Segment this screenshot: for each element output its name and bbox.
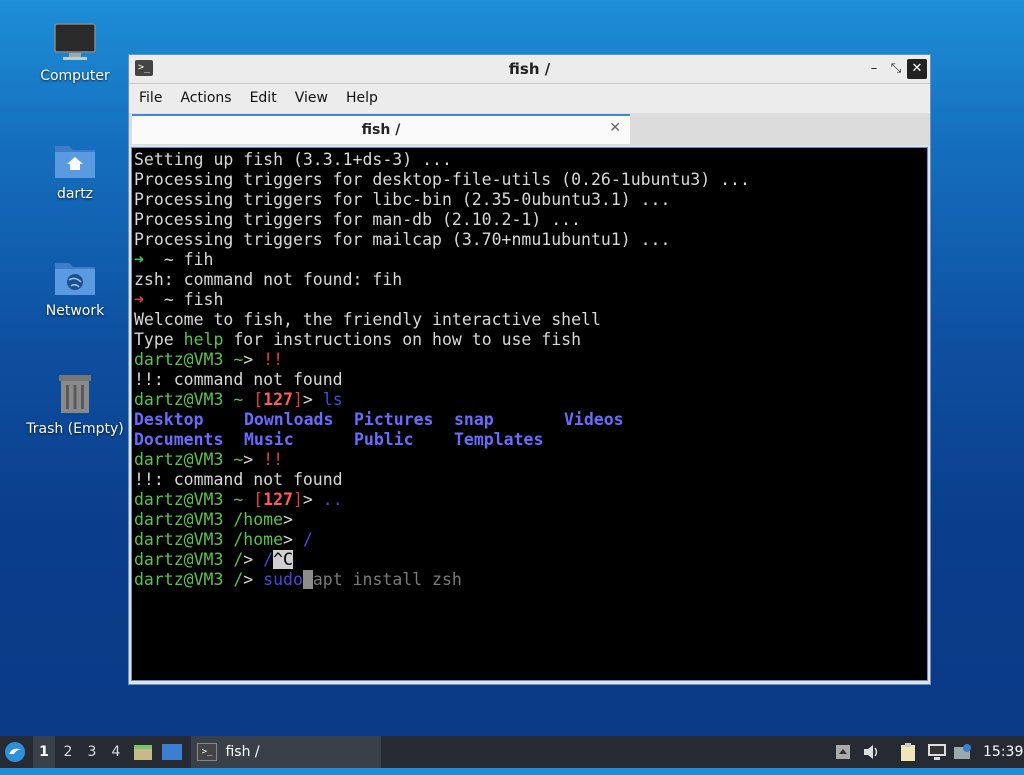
network-status-icon[interactable] (927, 736, 949, 768)
lubuntu-logo-icon (5, 742, 25, 762)
terminal-line: Type help for instructions on how to use… (134, 330, 582, 349)
task-label: fish / (225, 744, 260, 760)
clock[interactable]: 15:39 (983, 736, 1023, 768)
menu-bar: File Actions Edit View Help (129, 84, 930, 113)
taskbar-task-fish[interactable]: >_ fish / (191, 736, 381, 768)
terminal-task-icon: >_ (197, 743, 217, 761)
terminal-line: ➜ ~ fih (134, 250, 214, 269)
menu-help[interactable]: Help (336, 84, 386, 106)
text-cursor (302, 570, 313, 589)
ls-output-row: Desktop Downloads Pictures snap Videos (134, 410, 624, 429)
monitor-icon (54, 23, 96, 60)
tab-bar: fish / ✕ (129, 113, 930, 145)
desktop-icon-trash[interactable]: Trash (Empty) (20, 373, 130, 437)
taskbar: 1 2 3 4 >_ fish / 15:39 (0, 736, 1024, 768)
show-desktop-button[interactable] (161, 736, 185, 768)
workspace-1[interactable]: 1 (33, 736, 55, 768)
desktop-icon-label: Trash (Empty) (26, 421, 124, 437)
menu-edit[interactable]: Edit (240, 84, 285, 106)
terminal-input-line[interactable]: dartz@VM3 /> sudo apt install zsh (134, 570, 927, 590)
trash-icon (59, 375, 91, 413)
desktop-icon-label: Network (45, 303, 105, 319)
desktop-icon-label: Computer (40, 68, 110, 84)
ctrl-c-marker: ^C (273, 550, 293, 569)
terminal-line: !!: command not found (134, 470, 343, 489)
terminal-line: dartz@VM3 /home> (134, 510, 293, 529)
terminal-line: dartz@VM3 ~ [127]> ls (134, 390, 343, 409)
terminal-line: ➜ ~ fish (134, 290, 224, 309)
ls-output-row: Documents Music Public Templates (134, 430, 544, 449)
clipboard-icon[interactable] (899, 736, 919, 768)
terminal-line: zsh: command not found: fih (134, 270, 403, 289)
file-manager-launcher[interactable] (133, 736, 157, 768)
terminal-line: Welcome to fish, the friendly interactiv… (134, 310, 601, 329)
terminal-line: dartz@VM3 ~> !! (134, 350, 284, 369)
tab-label: fish / (361, 122, 401, 138)
desktop-icon-computer[interactable]: Computer (20, 22, 130, 84)
desktop-icon-home[interactable]: dartz (20, 140, 130, 202)
menu-file[interactable]: File (129, 84, 170, 106)
terminal-line: dartz@VM3 /> /^C (134, 550, 293, 569)
terminal-line: Processing triggers for man-db (2.10.2-1… (134, 210, 582, 229)
workspace-3[interactable]: 3 (81, 736, 103, 768)
terminal-window: >_ fish / – ⤡ ✕ File Actions Edit View Help … (128, 54, 931, 685)
volume-icon[interactable] (863, 736, 883, 768)
terminal-line: dartz@VM3 ~> !! (134, 450, 284, 469)
workspace-2[interactable]: 2 (57, 736, 79, 768)
minimize-button[interactable]: – (864, 59, 884, 79)
menu-view[interactable]: View (285, 84, 336, 106)
maximize-button[interactable]: ⤡ (886, 59, 906, 79)
terminal-line: Processing triggers for mailcap (3.70+nm… (134, 230, 671, 249)
window-title: fish / (508, 60, 551, 78)
terminal-output[interactable]: Setting up fish (3.3.1+ds-3) ... Processi… (131, 147, 928, 681)
terminal-line: Processing triggers for libc-bin (2.35-0… (134, 190, 671, 209)
desktop-icon-network[interactable]: Network (20, 257, 130, 319)
autosuggestion: apt install zsh (312, 570, 462, 589)
app-menu-button[interactable] (4, 736, 30, 768)
terminal-line: dartz@VM3 ~ [127]> .. (134, 490, 343, 509)
terminal-line: Setting up fish (3.3.1+ds-3) ... (134, 150, 452, 169)
desktop-icon (162, 744, 182, 760)
network-folder-icon (55, 263, 95, 295)
window-titlebar[interactable]: >_ fish / – ⤡ ✕ (129, 55, 930, 84)
tray-package-icon[interactable] (835, 736, 855, 768)
tab-close-icon[interactable]: ✕ (609, 120, 621, 136)
close-button[interactable]: ✕ (907, 59, 927, 79)
desktop-icon-label: dartz (56, 186, 94, 202)
file-manager-icon (134, 745, 152, 760)
terminal-line: !!: command not found (134, 370, 343, 389)
workspace-4[interactable]: 4 (105, 736, 127, 768)
terminal-line: Processing triggers for desktop-file-uti… (134, 170, 750, 189)
update-notifier-icon[interactable] (953, 736, 975, 768)
tab-fish[interactable]: fish / ✕ (132, 114, 630, 144)
home-folder-icon (55, 146, 95, 178)
terminal-line: dartz@VM3 /home> / (134, 530, 313, 549)
prompt-arrow-icon: ➜ (134, 290, 144, 309)
menu-actions[interactable]: Actions (170, 84, 239, 106)
prompt-arrow-icon: ➜ (134, 250, 144, 269)
